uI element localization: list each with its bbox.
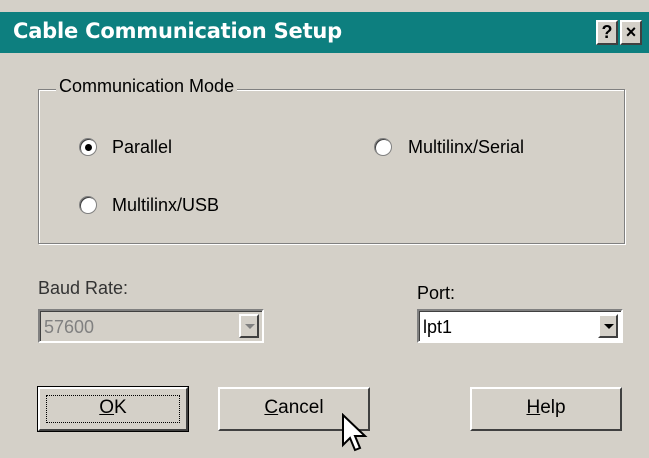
parallel-label[interactable]: Parallel (112, 137, 172, 158)
communication-mode-group (38, 89, 625, 244)
multilinx-usb-radio[interactable] (79, 196, 97, 214)
multilinx-usb-label[interactable]: Multilinx/USB (112, 195, 219, 216)
ok-button[interactable]: OK (37, 386, 189, 432)
chevron-down-icon (604, 324, 614, 329)
title-bar[interactable]: Cable Communication Setup ? × (0, 12, 649, 53)
dialog-title: Cable Communication Setup (13, 19, 343, 43)
help-label-rest: elp (540, 397, 566, 418)
help-accelerator: H (526, 397, 541, 418)
radio-selected-dot (85, 144, 92, 151)
baud-rate-select: 57600 (38, 309, 264, 343)
cancel-accelerator: C (264, 397, 279, 418)
port-select[interactable]: lpt1 (417, 309, 623, 343)
help-question-icon[interactable]: ? (596, 20, 618, 45)
communication-mode-label: Communication Mode (56, 76, 238, 97)
port-value: lpt1 (423, 317, 453, 337)
arrow-cursor-icon (342, 413, 368, 452)
help-button[interactable]: Help (470, 387, 622, 431)
port-dropdown-button[interactable] (598, 314, 618, 338)
cable-communication-setup-dialog: Cable Communication Setup ? × Communicat… (0, 0, 649, 458)
multilinx-serial-radio[interactable] (374, 138, 392, 156)
chevron-down-icon (245, 324, 255, 329)
baud-rate-dropdown-button (239, 314, 259, 338)
port-label: Port: (417, 283, 456, 303)
parallel-radio[interactable] (79, 138, 97, 156)
baud-rate-label: Baud Rate: (38, 278, 129, 298)
multilinx-serial-label[interactable]: Multilinx/Serial (408, 137, 524, 158)
close-icon[interactable]: × (620, 20, 642, 45)
cancel-label-rest: ancel (278, 397, 324, 418)
baud-rate-value: 57600 (44, 317, 95, 337)
focus-rectangle (46, 395, 180, 423)
